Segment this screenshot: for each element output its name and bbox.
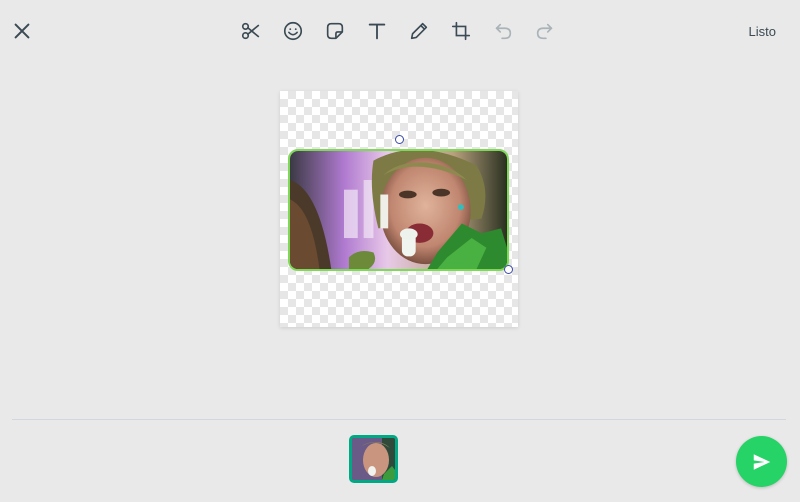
cut-tool-button[interactable] [238, 18, 264, 44]
undo-button[interactable] [490, 18, 516, 44]
text-tool-button[interactable] [364, 18, 390, 44]
editing-canvas [280, 91, 518, 327]
editor-toolbar [0, 18, 800, 44]
draw-tool-button[interactable] [406, 18, 432, 44]
sticker-icon [326, 22, 344, 40]
redo-button[interactable] [532, 18, 558, 44]
crop-rotate-tool-button[interactable] [448, 18, 474, 44]
photo-image [290, 151, 507, 269]
text-icon [368, 23, 386, 40]
emoji-tool-button[interactable] [280, 18, 306, 44]
pencil-icon [410, 22, 428, 40]
sticker-tool-button[interactable] [322, 18, 348, 44]
redo-icon [536, 23, 553, 40]
send-icon [753, 453, 770, 470]
rotate-handle[interactable] [395, 135, 404, 144]
emoji-icon [283, 21, 303, 41]
selected-photo[interactable] [288, 149, 509, 271]
undo-icon [495, 23, 512, 40]
media-thumbnail[interactable] [349, 435, 398, 483]
thumbnail-image [352, 438, 395, 480]
resize-handle[interactable] [504, 265, 513, 274]
done-button[interactable]: Listo [749, 24, 776, 39]
scissors-icon [241, 22, 260, 40]
footer-divider [12, 419, 786, 420]
crop-rotate-icon [451, 21, 471, 41]
send-button[interactable] [736, 436, 787, 487]
